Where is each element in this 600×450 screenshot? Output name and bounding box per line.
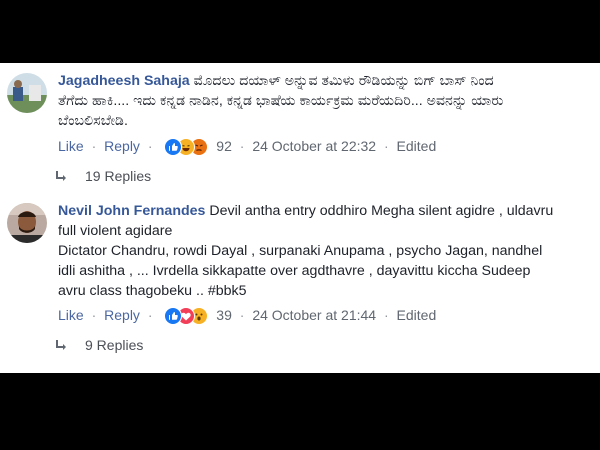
comment-body: Jagadheesh Sahaja ಮೊದಲು ದಯಾಳ್ ಅನ್ನುವ ತಮಿ… (58, 71, 593, 131)
comment-actions: Like · Reply · 92 · 24 October at 22:32 … (58, 135, 437, 157)
avatar[interactable] (7, 73, 47, 113)
reactions-icons[interactable] (164, 137, 210, 157)
reply-arrow-icon (55, 166, 69, 186)
comment-text: Dictator Chandru, rowdi Dayal , surpanak… (58, 243, 543, 259)
comment-timestamp[interactable]: 24 October at 21:44 (252, 305, 376, 325)
separator-dot: · (91, 138, 97, 155)
replies-count[interactable]: 19 Replies (85, 168, 151, 184)
view-replies-link[interactable]: 19 Replies (55, 166, 151, 186)
separator-dot: · (147, 307, 153, 324)
reply-arrow-icon (55, 335, 69, 355)
comment-text: ತೆಗೆದು ಹಾಕಿ.... ಇದು ಕನ್ನಡ ನಾಡಿನ, ಕನ್ನಡ ಭ… (58, 93, 504, 109)
reply-button[interactable]: Reply (104, 305, 140, 325)
separator-dot: · (239, 307, 245, 324)
comment-text: ಬೆಂಬಲಿಸಬೇಡಿ. (58, 113, 128, 129)
separator-dot: · (147, 138, 153, 155)
comment-actions: Like · Reply · 39 · 24 October at 21:44 … (58, 304, 437, 326)
reactions-icons[interactable] (164, 306, 210, 326)
separator-dot: · (239, 138, 245, 155)
edited-label[interactable]: Edited (397, 136, 437, 156)
like-button[interactable]: Like (58, 305, 84, 325)
separator-dot: · (383, 138, 389, 155)
comment-text: full violent agidare (58, 223, 173, 239)
like-icon (164, 138, 183, 157)
edited-label[interactable]: Edited (397, 305, 437, 325)
reaction-count[interactable]: 39 (216, 305, 232, 325)
avatar[interactable] (7, 203, 47, 243)
comment-text: avru class thagobeku .. #bbk5 (58, 283, 247, 299)
comment-text: idli ashitha , ... Ivrdella sikkapatte o… (58, 263, 531, 279)
comment-text: Devil antha entry oddhiro Megha silent a… (209, 203, 554, 219)
view-replies-link[interactable]: 9 Replies (55, 335, 143, 355)
comment-text: ಮೊದಲು ದಯಾಳ್ ಅನ್ನುವ ತಮಿಳು ರೌಡಿಯನ್ನು ಬಿಗ್ … (193, 73, 494, 89)
separator-dot: · (383, 307, 389, 324)
separator-dot: · (91, 307, 97, 324)
reaction-count[interactable]: 92 (216, 136, 232, 156)
like-icon (164, 307, 183, 326)
comment-body: Nevil John Fernandes Devil antha entry o… (58, 201, 593, 301)
comment-author[interactable]: Jagadheesh Sahaja (58, 73, 190, 89)
comments-panel: Jagadheesh Sahaja ಮೊದಲು ದಯಾಳ್ ಅನ್ನುವ ತಮಿ… (0, 63, 600, 373)
reply-button[interactable]: Reply (104, 136, 140, 156)
comment-timestamp[interactable]: 24 October at 22:32 (252, 136, 376, 156)
replies-count[interactable]: 9 Replies (85, 337, 143, 353)
comment-author[interactable]: Nevil John Fernandes (58, 203, 205, 219)
like-button[interactable]: Like (58, 136, 84, 156)
